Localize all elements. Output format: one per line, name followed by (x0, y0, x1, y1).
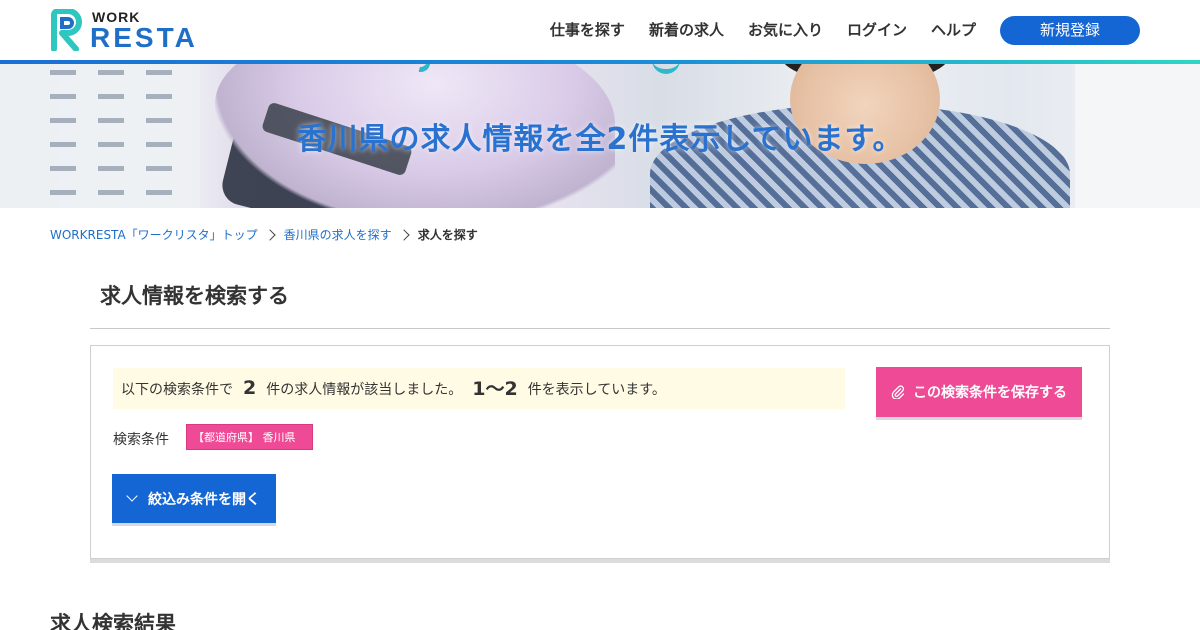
paperclip-icon (891, 385, 905, 399)
search-section-title: 求人情報を検索する (100, 284, 289, 308)
logo-resta-text: RESTA (90, 22, 198, 53)
chevron-down-icon (126, 489, 138, 502)
hero-title: 香川県の求人情報を全2件表示しています。 (296, 122, 904, 157)
chevron-right-icon (264, 228, 276, 241)
section-divider (90, 328, 1110, 329)
conditions-label: 検索条件 (113, 432, 169, 448)
display-range: 1～2 (472, 378, 518, 400)
nav-item-favorites[interactable]: お気に入り (748, 19, 823, 41)
header-gradient-line (0, 60, 1200, 64)
total-count: 2 (243, 376, 257, 399)
open-filter-label: 絞込み条件を開く (148, 491, 260, 508)
note-prefix: 以下の検索条件で (121, 381, 233, 398)
logo-r-icon (51, 9, 82, 51)
chevron-right-icon (398, 228, 410, 241)
main-nav: 仕事を探す 新着の求人 お気に入り ログイン ヘルプ (550, 19, 976, 41)
condition-tag-prefecture: 【都道府県】 香川県 (186, 424, 313, 450)
hero-decoration-stroke (652, 64, 680, 74)
breadcrumb-current: 求人を探す (417, 228, 478, 242)
workresta-logo[interactable]: WORK RESTA (50, 9, 205, 53)
save-search-button[interactable]: この検索条件を保存する (876, 367, 1082, 417)
result-count-note: 以下の検索条件で 2 件の求人情報が該当しました。 1～2 件を表示しています。 (113, 368, 845, 409)
breadcrumb-prefecture-link[interactable]: 香川県の求人を探す (284, 226, 392, 243)
nav-item-new-jobs[interactable]: 新着の求人 (649, 19, 724, 41)
results-title: 求人検索結果 (50, 612, 176, 630)
breadcrumb: WORKRESTA「ワークリスタ」トップ 香川県の求人を探す 求人を探す (50, 226, 478, 243)
note-suffix: 件を表示しています。 (527, 381, 666, 398)
nav-item-help[interactable]: ヘルプ (931, 19, 976, 41)
save-search-label: この検索条件を保存する (913, 385, 1067, 401)
nav-item-find-jobs[interactable]: 仕事を探す (550, 19, 625, 41)
open-filter-button[interactable]: 絞込み条件を開く (112, 474, 276, 523)
nav-item-login[interactable]: ログイン (847, 19, 907, 41)
signup-button[interactable]: 新規登録 (1000, 16, 1140, 45)
search-conditions-panel: 以下の検索条件で 2 件の求人情報が該当しました。 1～2 件を表示しています。… (90, 345, 1110, 559)
breadcrumb-top-link[interactable]: WORKRESTA「ワークリスタ」トップ (50, 226, 258, 243)
site-header: WORK RESTA 仕事を探す 新着の求人 お気に入り ログイン ヘルプ 新規… (0, 0, 1200, 60)
hero-banner: 香川県の求人情報を全2件表示しています。 (0, 64, 1200, 208)
note-middle: 件の求人情報が該当しました。 (266, 381, 463, 398)
